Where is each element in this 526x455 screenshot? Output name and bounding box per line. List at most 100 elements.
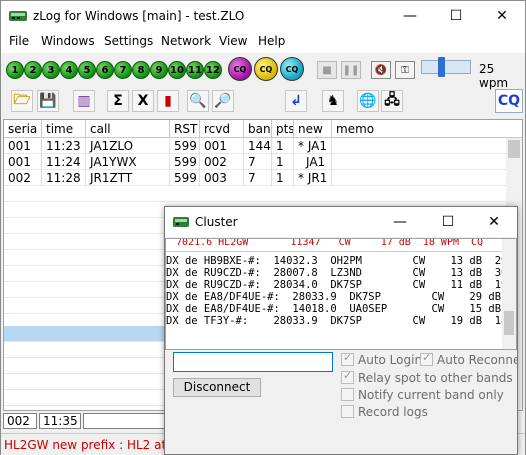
- stats-icon[interactable]: ▥: [73, 90, 95, 112]
- cq-button-2[interactable]: CQ: [254, 57, 278, 81]
- multiplier-x-icon[interactable]: X: [132, 90, 154, 112]
- cw-speed-slider-thumb[interactable]: [438, 57, 445, 77]
- cell-pts: 1: [272, 154, 294, 170]
- open-folder-icon[interactable]: 🗁: [11, 90, 33, 112]
- key-icon[interactable]: ⚿: [395, 61, 415, 79]
- maximize-button[interactable]: ☐: [433, 1, 479, 31]
- menu-file[interactable]: File: [9, 34, 29, 48]
- main-toolbar: 🗁 💾 ▥ Σ X ▮ 🔍 🔎 ↲ ♞ 🌐 🖧: [1, 86, 525, 118]
- log-row[interactable]: 001 11:24 JA1YWX 599 002 7 1 JA1: [4, 154, 509, 170]
- cluster-maximize-button[interactable]: ☐: [425, 207, 471, 237]
- auto-reconnect-checkbox[interactable]: Auto Reconnect: [420, 351, 517, 369]
- spot-line[interactable]: DX de EA8/DF4UE-#: 14018.0 UA0SEP CW 15 …: [166, 303, 501, 315]
- cell-new: JA1: [294, 154, 332, 170]
- menu-windows[interactable]: Windows: [41, 34, 95, 48]
- minimize-button[interactable]: —: [387, 1, 433, 31]
- operator-icon[interactable]: ♞: [322, 90, 344, 112]
- log-row[interactable]: 001 11:23 JA1ZLO 599 001 144 1 * JA1: [4, 138, 509, 154]
- entry-time-field[interactable]: 11:35: [39, 413, 81, 429]
- band-button-4[interactable]: 4: [60, 61, 78, 79]
- col-header-rcvd[interactable]: rcvd: [200, 120, 244, 138]
- col-header-time[interactable]: time: [42, 120, 86, 138]
- pause-icon[interactable]: ❚❚: [341, 61, 361, 79]
- auto-reconnect-label: Auto Reconnect: [437, 353, 517, 367]
- cluster-scrollbar-thumb[interactable]: [504, 311, 514, 335]
- cq-button-1[interactable]: CQ: [228, 57, 252, 81]
- cluster-command-input[interactable]: [173, 352, 333, 372]
- cell-pts: 1: [272, 138, 294, 154]
- cell-rcvd: 002: [200, 154, 244, 170]
- checkbox-mark: [341, 388, 354, 401]
- cq-button-3[interactable]: CQ: [280, 57, 304, 81]
- cell-memo: [332, 138, 509, 154]
- auto-login-checkbox[interactable]: Auto Login: [341, 351, 422, 369]
- window-title: zLog for Windows [main] - test.ZLO: [33, 9, 245, 23]
- entry-serial-field[interactable]: 002: [3, 413, 37, 429]
- col-header-band[interactable]: band: [244, 120, 272, 138]
- search-icon[interactable]: 🔍: [187, 90, 209, 112]
- cell-new: * JA1: [294, 138, 332, 154]
- band-button-2[interactable]: 2: [24, 61, 42, 79]
- band-button-1[interactable]: 1: [6, 61, 24, 79]
- sigma-icon[interactable]: Σ: [107, 90, 129, 112]
- zlog-app-icon: [9, 11, 27, 21]
- entry-call-field[interactable]: [83, 413, 173, 429]
- log-row-empty[interactable]: [4, 186, 509, 202]
- menu-help[interactable]: Help: [258, 34, 285, 48]
- band-button-10[interactable]: 10: [168, 61, 186, 79]
- close-button[interactable]: ✕: [479, 1, 525, 31]
- bar-chart-icon[interactable]: ▮: [157, 90, 179, 112]
- cell-band: 7: [244, 154, 272, 170]
- col-header-rst[interactable]: RST: [170, 120, 200, 138]
- band-button-6[interactable]: 6: [96, 61, 114, 79]
- record-logs-checkbox[interactable]: Record logs: [341, 405, 428, 421]
- enter-arrow-icon[interactable]: ↲: [285, 90, 307, 112]
- speaker-mute-icon[interactable]: 🔇: [371, 61, 391, 79]
- cluster-minimize-button[interactable]: —: [377, 207, 423, 237]
- band-button-3[interactable]: 3: [42, 61, 60, 79]
- notify-band-checkbox[interactable]: Notify current band only: [341, 388, 504, 404]
- save-disk-icon[interactable]: 💾: [37, 90, 59, 112]
- band-button-7[interactable]: 7: [114, 61, 132, 79]
- spot-line[interactable]: DX de RU9CZD-#: 28007.8 LZ3ND CW 13 dB 3…: [166, 267, 507, 279]
- cw-speed-slider-track[interactable]: [421, 60, 471, 74]
- col-header-call[interactable]: call: [86, 120, 170, 138]
- band-button-11[interactable]: 11: [186, 61, 204, 79]
- spot-line[interactable]: DX de TF3Y-#: 28033.9 DK7SP CW 19 dB 18: [166, 315, 507, 327]
- band-button-5[interactable]: 5: [78, 61, 96, 79]
- disconnect-button[interactable]: Disconnect: [173, 378, 261, 397]
- log-grid-header: seria time call RST rcvd band pts new me…: [4, 120, 522, 138]
- cluster-close-button[interactable]: ✕: [471, 207, 517, 237]
- band-button-9[interactable]: 9: [150, 61, 168, 79]
- menu-settings[interactable]: Settings: [104, 34, 153, 48]
- cell-new: * JR1: [294, 170, 332, 186]
- menu-network[interactable]: Network: [161, 34, 211, 48]
- spot-line[interactable]: DX de EA8/DF4UE-#: 28033.9 DK7SP CW 29 d…: [166, 291, 501, 303]
- cluster-spot-list[interactable]: 7021.6 HL2GW 11347 CW 17 dB 18 WPM CQ DX…: [165, 238, 517, 350]
- cell-band: 144: [244, 138, 272, 154]
- col-header-pts[interactable]: pts: [272, 120, 294, 138]
- relay-spot-checkbox[interactable]: Relay spot to other bands: [341, 369, 513, 387]
- cluster-scrollbar[interactable]: [502, 239, 516, 349]
- band-button-8[interactable]: 8: [132, 61, 150, 79]
- cluster-title: Cluster: [195, 215, 238, 229]
- col-header-memo[interactable]: memo: [332, 120, 512, 138]
- cq-mode-indicator[interactable]: CQ: [495, 89, 523, 113]
- spot-line[interactable]: DX de RU9CZD-#: 28034.0 DK7SP CW 11 dB 1…: [166, 279, 507, 291]
- spot-line[interactable]: DX de HB9BXE-#: 14032.3 OH2PM CW 13 dB 2…: [166, 255, 507, 267]
- menu-view[interactable]: View: [219, 34, 247, 48]
- log-scrollbar-thumb[interactable]: [508, 140, 520, 158]
- search-partial-icon[interactable]: 🔎: [212, 90, 234, 112]
- cluster-app-icon: [173, 217, 189, 227]
- col-header-serial[interactable]: seria: [4, 120, 42, 138]
- log-row[interactable]: 002 11:28 JR1ZTT 599 003 7 1 * JR1: [4, 170, 509, 186]
- globe-icon[interactable]: 🌐: [357, 90, 379, 112]
- col-header-new[interactable]: new: [294, 120, 332, 138]
- cell-rcvd: 003: [200, 170, 244, 186]
- band-button-12[interactable]: 12: [204, 61, 222, 79]
- checkbox-mark: [341, 405, 354, 418]
- notify-band-label: Notify current band only: [358, 388, 504, 402]
- network-icon[interactable]: 🖧: [381, 90, 403, 112]
- cell-rst: 599: [170, 138, 200, 154]
- stop-icon[interactable]: ■: [317, 61, 337, 79]
